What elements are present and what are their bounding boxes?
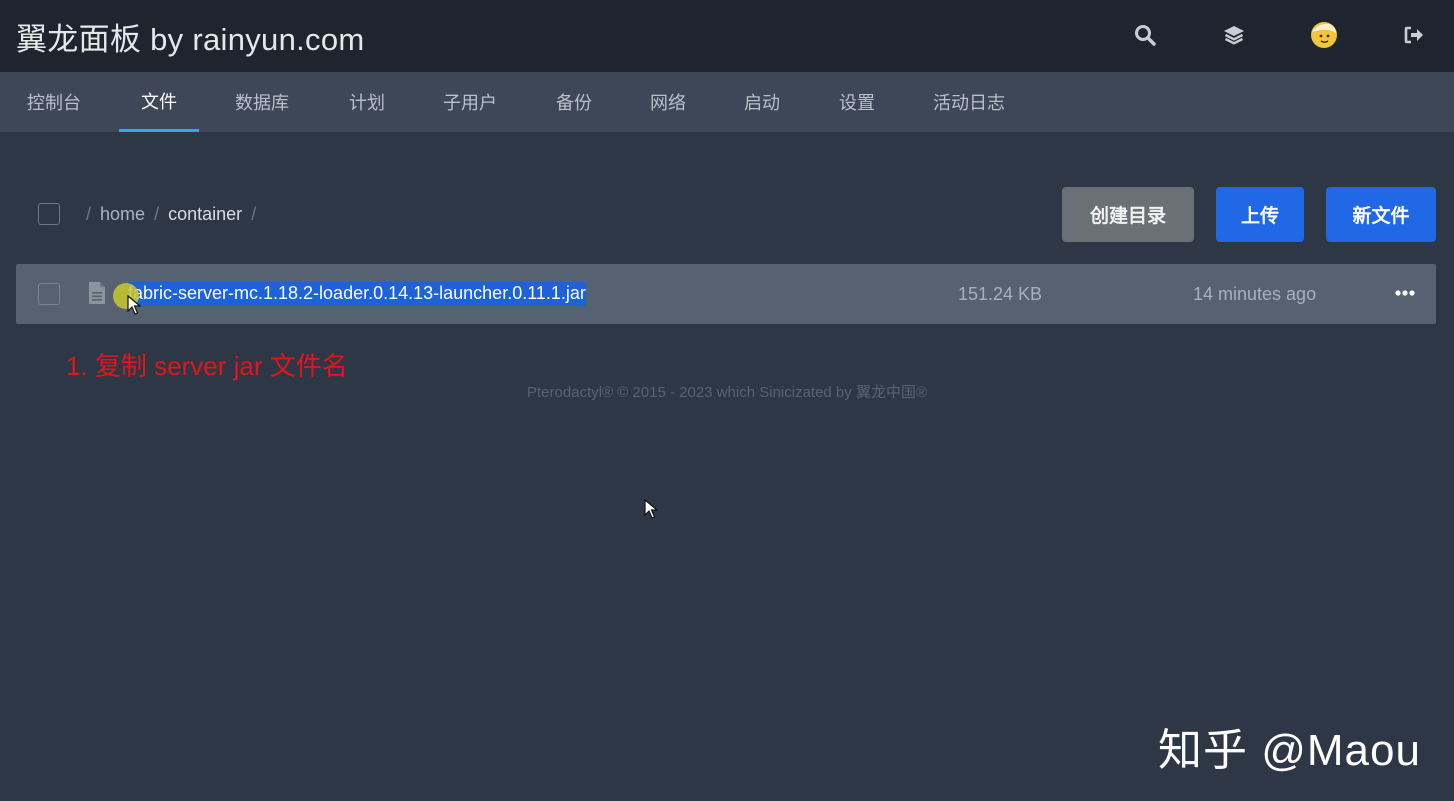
file-modified: 14 minutes ago — [1193, 284, 1317, 304]
file-select-checkbox[interactable] — [38, 283, 60, 305]
tab-databases[interactable]: 数据库 — [235, 72, 289, 132]
file-size: 151.24 KB — [958, 284, 1043, 304]
tab-bar: 控制台 文件 数据库 计划 子用户 备份 网络 启动 设置 活动日志 — [0, 72, 1454, 132]
upload-button[interactable]: 上传 — [1216, 187, 1304, 242]
search-icon[interactable] — [1130, 20, 1160, 50]
breadcrumb-separator: / — [86, 204, 92, 224]
select-all-checkbox[interactable] — [38, 203, 60, 225]
tab-subusers[interactable]: 子用户 — [443, 72, 497, 132]
new-file-button[interactable]: 新文件 — [1326, 187, 1436, 242]
avatar[interactable] — [1309, 20, 1339, 50]
tab-files[interactable]: 文件 — [119, 72, 199, 132]
file-name[interactable]: fabric-server-mc.1.18.2-loader.0.14.13-l… — [128, 282, 586, 306]
more-options-icon[interactable] — [1394, 286, 1416, 305]
create-directory-button[interactable]: 创建目录 — [1062, 187, 1194, 242]
tab-schedules[interactable]: 计划 — [349, 72, 385, 132]
breadcrumb-separator: / — [251, 204, 257, 224]
breadcrumb-separator: / — [154, 204, 160, 224]
file-row[interactable]: fabric-server-mc.1.18.2-loader.0.14.13-l… — [16, 264, 1436, 324]
tutorial-annotation: 1. 复制 server jar 文件名 — [66, 351, 348, 381]
layers-icon[interactable] — [1219, 20, 1249, 50]
mouse-cursor-icon — [644, 498, 659, 524]
tab-settings[interactable]: 设置 — [839, 72, 875, 132]
watermark: 知乎 @Maou — [1158, 726, 1421, 775]
tab-activity-log[interactable]: 活动日志 — [933, 72, 1005, 132]
top-bar: 翼龙面板 by rainyun.com — [0, 0, 1454, 72]
file-manager-header: / home / container / 创建目录 上传 新文件 — [0, 180, 1454, 250]
tab-console[interactable]: 控制台 — [27, 72, 81, 132]
brand-title[interactable]: 翼龙面板 by rainyun.com — [16, 14, 365, 59]
tab-backups[interactable]: 备份 — [556, 72, 592, 132]
file-icon — [88, 281, 106, 310]
breadcrumb: / home / container / — [82, 204, 260, 225]
breadcrumb-container[interactable]: container — [168, 204, 242, 224]
page-footer: Pterodactyl® © 2015 - 2023 which Siniciz… — [527, 384, 927, 401]
tab-startup[interactable]: 启动 — [744, 72, 780, 132]
tab-network[interactable]: 网络 — [650, 72, 686, 132]
mouse-cursor-icon — [127, 294, 142, 320]
breadcrumb-home[interactable]: home — [100, 204, 145, 224]
logout-icon[interactable] — [1399, 20, 1429, 50]
